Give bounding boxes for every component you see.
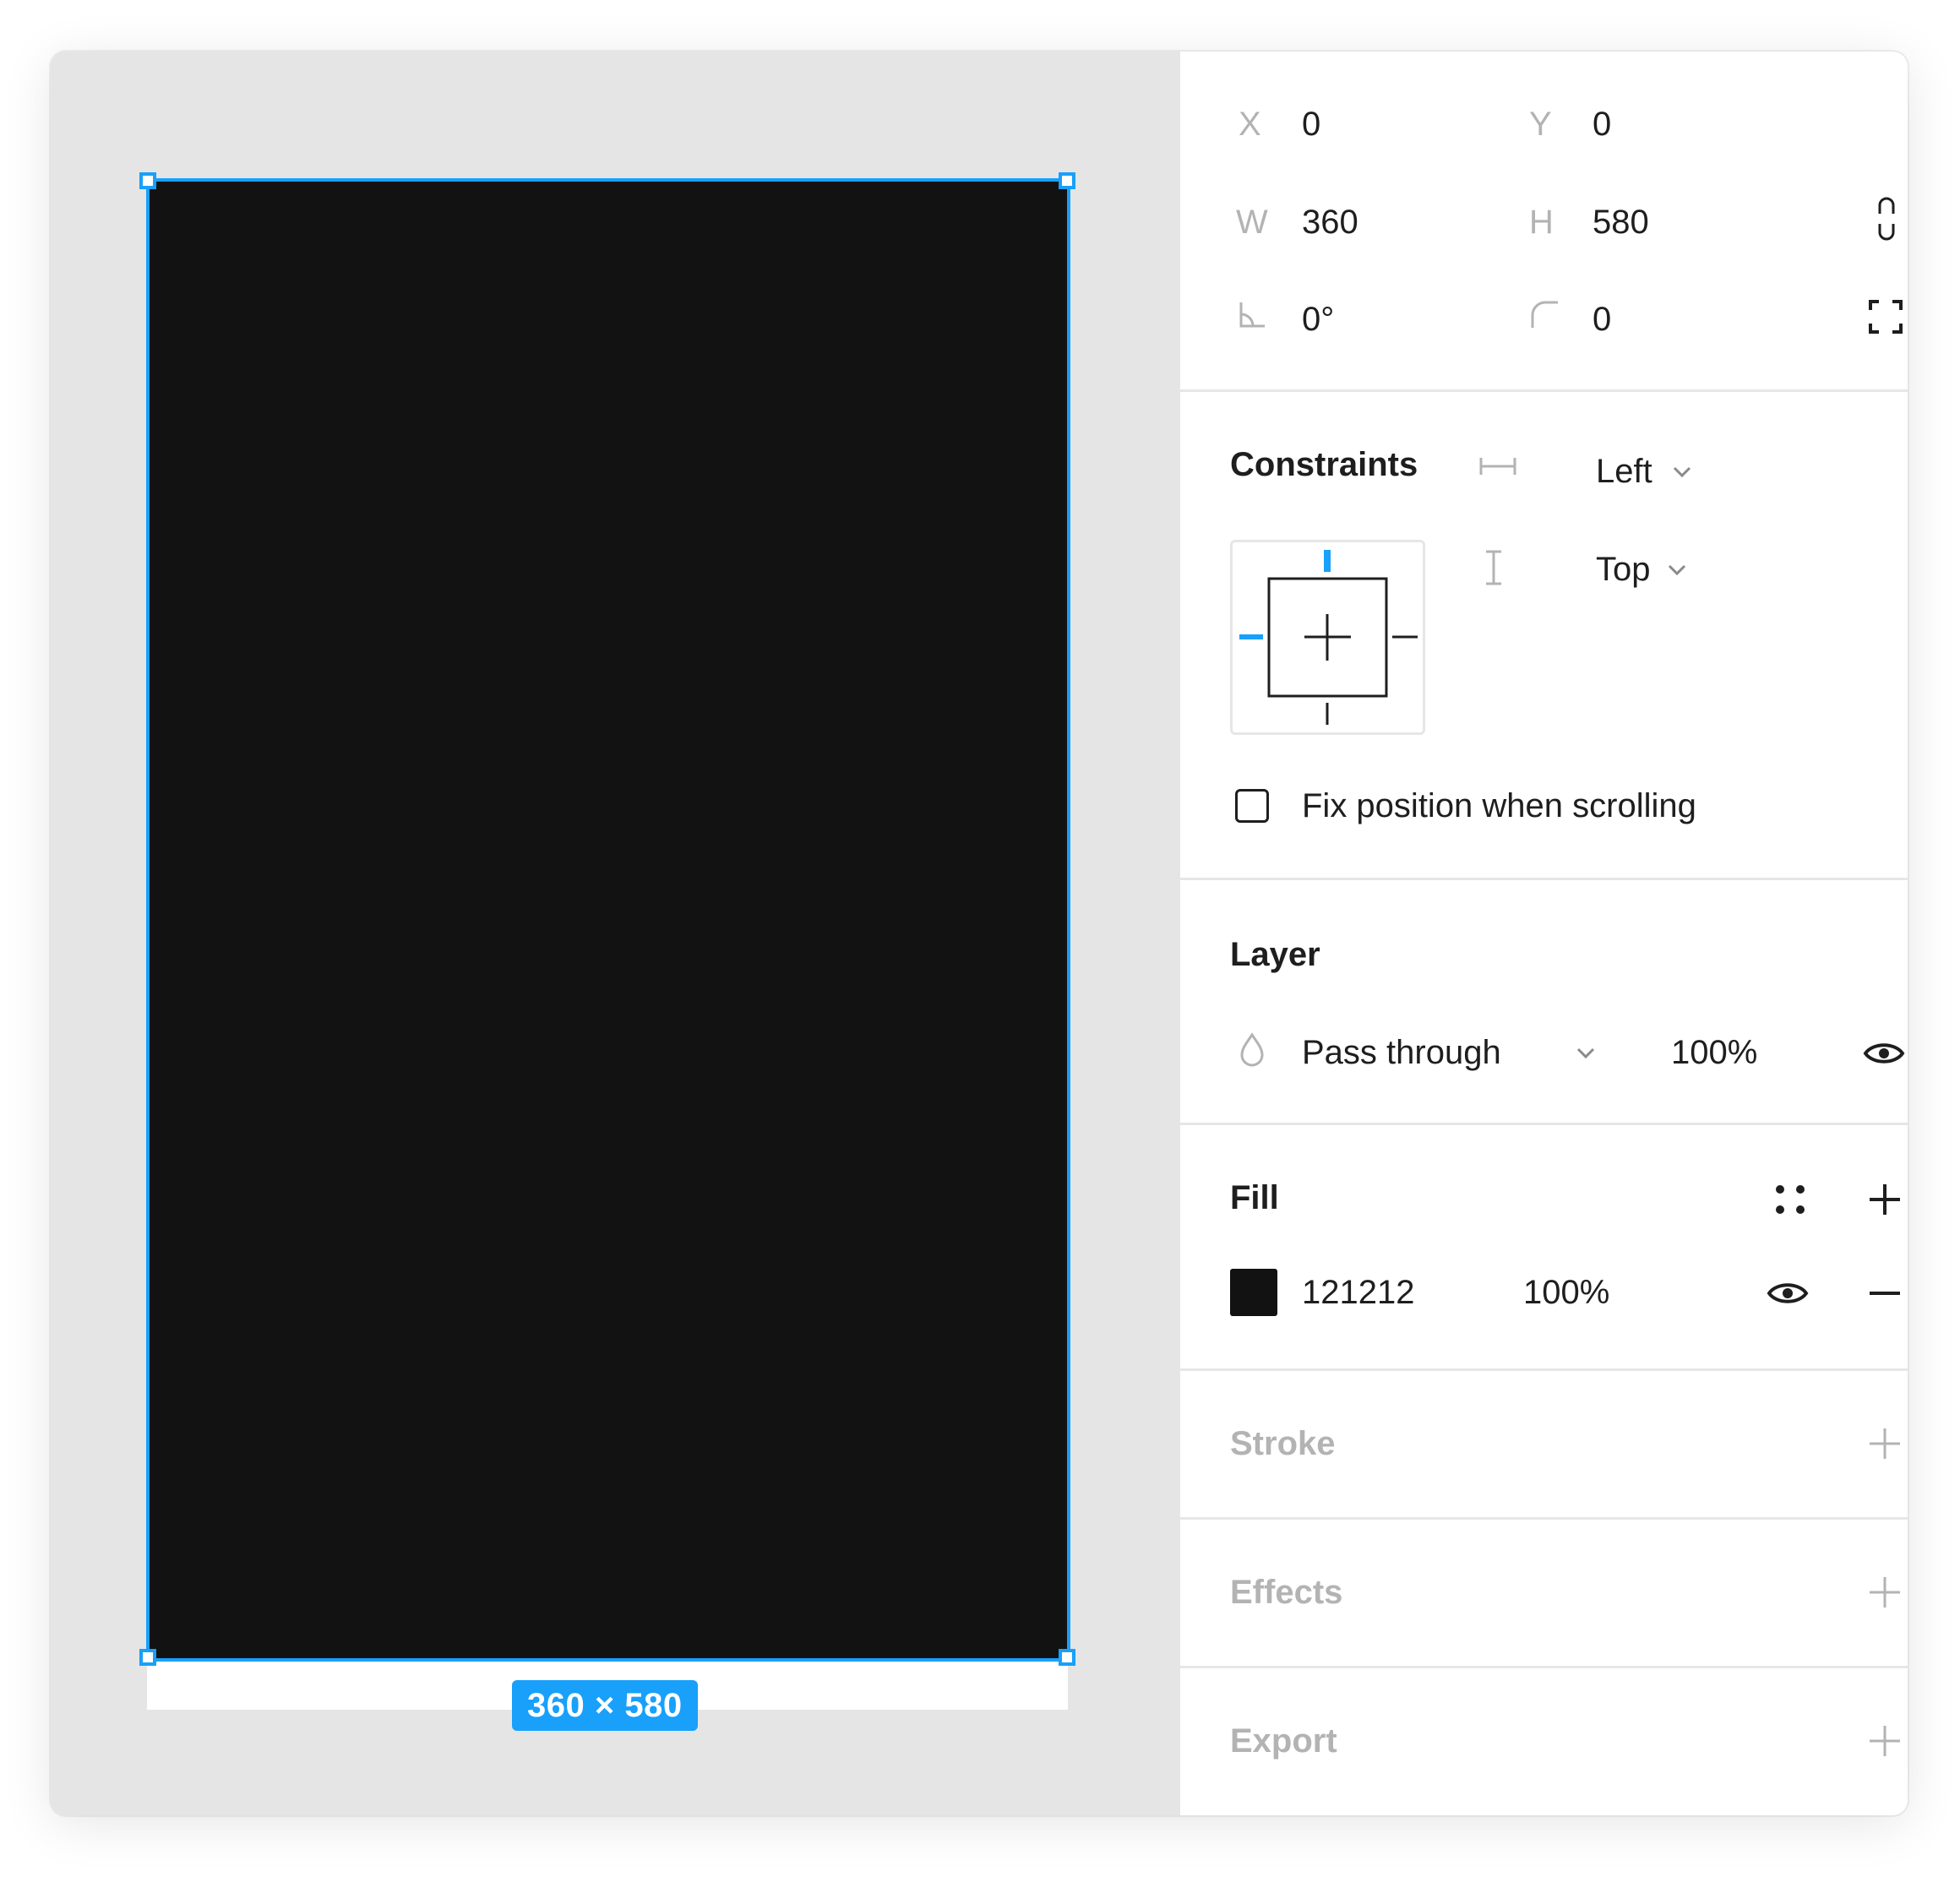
export-section: Export: [1180, 1666, 1908, 1815]
fill-heading: Fill: [1230, 1179, 1279, 1216]
fill-color-swatch[interactable]: [1230, 1269, 1277, 1316]
resize-handle-top-left[interactable]: [139, 172, 156, 189]
chevron-down-icon[interactable]: [1673, 466, 1691, 478]
effects-section: Effects: [1180, 1517, 1908, 1668]
fix-position-checkbox[interactable]: [1235, 789, 1269, 823]
x-input[interactable]: 0: [1302, 106, 1320, 144]
horizontal-constraint-select[interactable]: Left: [1596, 453, 1652, 491]
vertical-constraint-icon: [1486, 550, 1501, 585]
fill-hex-input[interactable]: 121212: [1302, 1274, 1414, 1312]
constrain-proportions-icon[interactable]: [1875, 197, 1898, 241]
add-effect-icon[interactable]: [1868, 1575, 1902, 1609]
vertical-constraint-select[interactable]: Top: [1596, 551, 1651, 589]
stroke-heading: Stroke: [1230, 1425, 1336, 1462]
blend-mode-icon: [1240, 1032, 1264, 1067]
chevron-down-icon[interactable]: [1576, 1047, 1595, 1059]
chevron-down-icon[interactable]: [1668, 564, 1686, 576]
corner-radius-icon: [1531, 301, 1558, 328]
layer-section: Layer Pass through 100%: [1180, 878, 1908, 1125]
constraints-section: Constraints Left Top Fix position when s…: [1180, 389, 1908, 880]
width-input[interactable]: 360: [1302, 204, 1358, 242]
constraint-widget-graphic: [1239, 550, 1418, 725]
remove-fill-icon[interactable]: [1868, 1290, 1902, 1297]
independent-corners-icon[interactable]: [1869, 300, 1903, 334]
add-stroke-icon[interactable]: [1868, 1427, 1902, 1461]
w-label: W: [1236, 204, 1268, 241]
properties-panel: X 0 Y 0 W 360 H 580 0° 0 Constraints Lef…: [1180, 52, 1908, 1815]
canvas[interactable]: 360 × 580: [51, 52, 1180, 1815]
fix-position-label: Fix position when scrolling: [1302, 787, 1696, 824]
y-input[interactable]: 0: [1592, 106, 1611, 144]
selected-frame[interactable]: [147, 179, 1068, 1659]
fill-section: Fill 121212 100%: [1180, 1123, 1908, 1371]
size-badge: 360 × 580: [512, 1680, 698, 1731]
stroke-section: Stroke: [1180, 1368, 1908, 1520]
horizontal-constraint-icon: [1479, 458, 1516, 475]
rotation-icon: [1239, 302, 1265, 328]
resize-handle-bottom-left[interactable]: [139, 1649, 156, 1666]
rotation-input[interactable]: 0°: [1302, 301, 1334, 339]
layer-heading: Layer: [1230, 936, 1320, 973]
height-input[interactable]: 580: [1592, 204, 1649, 242]
add-fill-icon[interactable]: [1868, 1183, 1902, 1216]
eye-icon[interactable]: [1767, 1279, 1809, 1308]
export-heading: Export: [1230, 1722, 1337, 1760]
y-label: Y: [1529, 106, 1552, 143]
corner-radius-input[interactable]: 0: [1592, 301, 1611, 339]
effects-heading: Effects: [1230, 1574, 1343, 1611]
add-export-icon[interactable]: [1868, 1724, 1902, 1758]
constraints-heading: Constraints: [1230, 446, 1418, 483]
style-grid-icon[interactable]: [1775, 1184, 1805, 1215]
h-label: H: [1529, 204, 1554, 241]
fill-opacity-input[interactable]: 100%: [1523, 1274, 1609, 1312]
x-label: X: [1239, 106, 1261, 143]
blend-mode-select[interactable]: Pass through: [1302, 1034, 1501, 1072]
constraint-widget[interactable]: [1230, 540, 1425, 735]
design-window: 360 × 580 X 0 Y 0 W 360 H 580 0° 0 Const…: [51, 52, 1908, 1815]
transform-section: X 0 Y 0 W 360 H 580 0° 0: [1180, 52, 1908, 389]
resize-handle-bottom-right[interactable]: [1059, 1649, 1075, 1666]
layer-opacity-input[interactable]: 100%: [1671, 1034, 1757, 1072]
resize-handle-top-right[interactable]: [1059, 172, 1075, 189]
eye-icon[interactable]: [1863, 1039, 1905, 1068]
